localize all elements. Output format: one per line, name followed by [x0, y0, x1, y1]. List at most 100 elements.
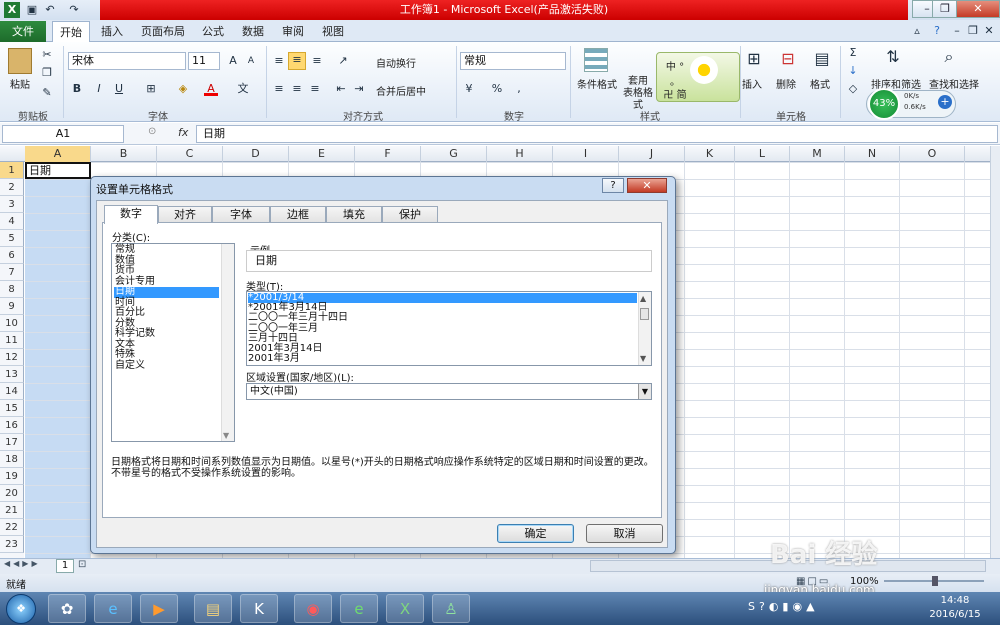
conditional-format-icon[interactable] — [584, 48, 608, 72]
align-center-icon[interactable]: ≡ — [290, 82, 304, 96]
align-middle-icon[interactable]: ≡ — [288, 52, 306, 70]
close-button[interactable]: ✕ — [956, 0, 1000, 18]
column-header-k[interactable]: K — [685, 146, 735, 162]
find-select-button[interactable]: 查找和选择 — [924, 76, 984, 91]
row-header-4[interactable]: 4 — [0, 213, 24, 230]
type-item[interactable]: 2001年3月14日 — [248, 344, 637, 354]
sort-filter-icon[interactable]: ⇅ — [886, 49, 900, 65]
font-color-icon[interactable]: A — [204, 82, 218, 96]
row-header-3[interactable]: 3 — [0, 196, 24, 213]
paste-icon[interactable] — [8, 48, 32, 74]
shrink-font-icon[interactable]: A — [244, 54, 258, 68]
type-item[interactable]: 二〇〇一年三月十四日 — [248, 313, 637, 323]
tab-alignment[interactable]: 对齐 — [158, 206, 212, 223]
tab-number[interactable]: 数字 — [104, 205, 158, 224]
format-as-table-button[interactable]: 套用 表格格式 — [620, 76, 656, 112]
file-tab[interactable]: 文件 — [0, 21, 46, 42]
formula-input[interactable]: 日期 — [196, 125, 998, 143]
row-header-19[interactable]: 19 — [0, 468, 24, 485]
column-header-c[interactable]: C — [157, 146, 223, 162]
category-item[interactable]: 自定义 — [114, 360, 219, 372]
sheet-nav-icon[interactable]: ◀◀▶▶ — [4, 559, 41, 568]
format-cells-button[interactable]: 格式 — [804, 76, 836, 91]
bold-icon[interactable]: B — [70, 82, 84, 96]
help-icon[interactable]: ? — [930, 24, 944, 38]
fill-icon[interactable]: ↓ — [846, 64, 860, 78]
vertical-scrollbar[interactable] — [990, 146, 1000, 558]
percent-icon[interactable]: % — [490, 82, 504, 96]
align-left-icon[interactable]: ≡ — [272, 82, 286, 96]
italic-icon[interactable]: I — [92, 82, 106, 96]
expand-icon[interactable]: ⊙ — [148, 126, 156, 137]
insert-cells-icon[interactable]: ⊞ — [744, 51, 764, 72]
function-icon[interactable]: fx — [178, 126, 188, 139]
column-header-e[interactable]: E — [289, 146, 355, 162]
align-right-icon[interactable]: ≡ — [308, 82, 322, 96]
find-select-icon[interactable]: ⌕ — [942, 49, 956, 65]
taskbar-folder-icon[interactable]: ▤ — [194, 594, 232, 623]
dialog-close-button[interactable]: ✕ — [627, 178, 667, 193]
align-bottom-icon[interactable]: ≡ — [310, 54, 324, 68]
column-header-j[interactable]: J — [619, 146, 685, 162]
type-item[interactable]: 2001年3月 — [248, 354, 637, 364]
tab-fill[interactable]: 填充 — [326, 206, 382, 223]
new-sheet-icon[interactable]: ⊡ — [78, 559, 86, 570]
tab-protection[interactable]: 保护 — [382, 206, 438, 223]
copy-icon[interactable]: ❐ — [40, 66, 54, 80]
delete-cells-button[interactable]: 删除 — [770, 76, 802, 91]
tab-formulas[interactable]: 公式 — [196, 21, 230, 42]
column-header-m[interactable]: M — [790, 146, 845, 162]
taskbar-app-icon[interactable]: ♙ — [432, 594, 470, 623]
tab-page-layout[interactable]: 页面布局 — [134, 21, 192, 42]
doc-minimize-icon[interactable]: – — [950, 24, 964, 38]
column-header-d[interactable]: D — [223, 146, 289, 162]
column-header-n[interactable]: N — [845, 146, 900, 162]
insert-cells-button[interactable]: 插入 — [736, 76, 768, 91]
add-icon[interactable]: + — [938, 95, 952, 109]
font-name-select[interactable]: 宋体 — [68, 52, 186, 70]
row-header-20[interactable]: 20 — [0, 485, 24, 502]
row-header-8[interactable]: 8 — [0, 281, 24, 298]
row-header-21[interactable]: 21 — [0, 502, 24, 519]
tab-review[interactable]: 审阅 — [276, 21, 310, 42]
tab-data[interactable]: 数据 — [236, 21, 270, 42]
type-item[interactable]: 二〇〇一年三月 — [248, 323, 637, 334]
cell-a1[interactable]: 日期 — [25, 162, 91, 179]
tab-view[interactable]: 视图 — [316, 21, 350, 42]
row-header-5[interactable]: 5 — [0, 230, 24, 247]
decrease-indent-icon[interactable]: ⇤ — [334, 82, 348, 96]
conditional-format-button[interactable]: 条件格式 — [572, 76, 622, 91]
column-header-b[interactable]: B — [91, 146, 157, 162]
row-header-18[interactable]: 18 — [0, 451, 24, 468]
row-header-23[interactable]: 23 — [0, 536, 24, 553]
type-scroll-thumb[interactable] — [640, 308, 649, 320]
row-header-11[interactable]: 11 — [0, 332, 24, 349]
doc-restore-icon[interactable]: ❐ — [966, 24, 980, 38]
font-size-select[interactable]: 11 — [188, 52, 220, 70]
taskbar-360browser-icon[interactable]: e — [340, 594, 378, 623]
currency-icon[interactable]: ¥ — [462, 82, 476, 96]
type-scroll-down-icon[interactable]: ▼ — [640, 354, 646, 363]
row-header-22[interactable]: 22 — [0, 519, 24, 536]
row-header-10[interactable]: 10 — [0, 315, 24, 332]
number-format-select[interactable]: 常规 — [460, 52, 566, 70]
tab-font[interactable]: 字体 — [212, 206, 270, 223]
sheet-tab[interactable]: 1 — [56, 559, 74, 573]
row-header-6[interactable]: 6 — [0, 247, 24, 264]
grow-font-icon[interactable]: A — [226, 54, 240, 68]
start-button-icon[interactable]: ❖ — [6, 594, 36, 624]
format-cells-icon[interactable]: ▤ — [812, 51, 832, 72]
scroll-down-arrow-icon[interactable]: ▼ — [223, 431, 229, 440]
row-header-7[interactable]: 7 — [0, 264, 24, 281]
cut-icon[interactable]: ✂ — [40, 48, 54, 62]
row-header-12[interactable]: 12 — [0, 349, 24, 366]
column-header-a[interactable]: A — [25, 146, 91, 162]
comma-icon[interactable]: , — [512, 82, 526, 96]
column-header-g[interactable]: G — [421, 146, 487, 162]
column-header-o[interactable]: O — [900, 146, 965, 162]
cancel-button[interactable]: 取消 — [586, 524, 663, 543]
taskbar-360-icon[interactable]: ✿ — [48, 594, 86, 623]
paste-button[interactable]: 粘贴 — [4, 76, 36, 91]
format-painter-icon[interactable]: ✎ — [40, 86, 54, 100]
orientation-icon[interactable]: ↗ — [336, 54, 350, 68]
